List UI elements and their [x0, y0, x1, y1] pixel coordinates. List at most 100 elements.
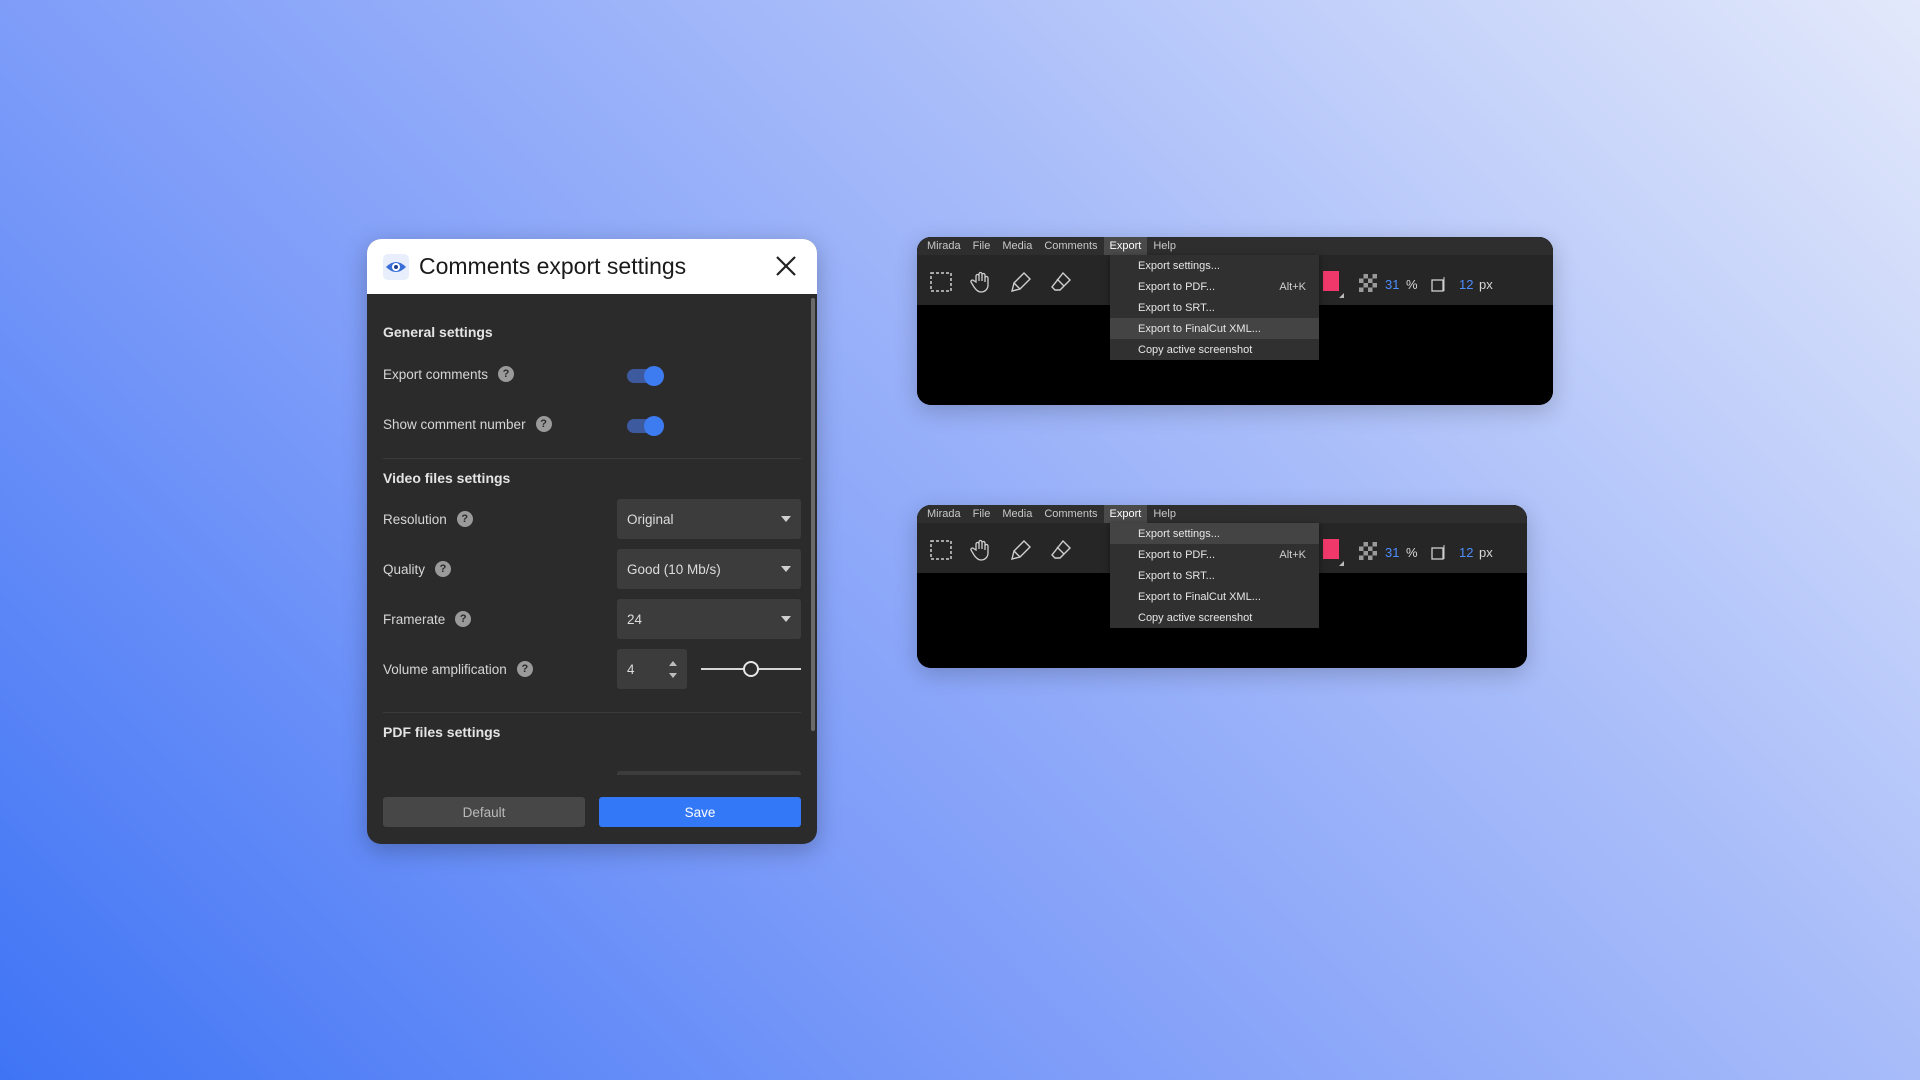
- eraser-icon[interactable]: [1049, 270, 1073, 294]
- opacity-grid-icon[interactable]: [1358, 541, 1378, 561]
- dropdown-item-label: Export settings...: [1138, 259, 1220, 272]
- highlighter-icon[interactable]: [1009, 538, 1033, 562]
- quality-row: Quality ?: [383, 561, 452, 577]
- caret-down-icon: [781, 566, 791, 572]
- quality-label: Quality: [383, 561, 426, 577]
- dropdown-item-export-srt[interactable]: Export to SRT...: [1110, 565, 1319, 586]
- hand-icon[interactable]: [969, 538, 993, 562]
- export-dropdown-menu: Export settings... Export to PDF... Alt+K…: [1110, 523, 1319, 628]
- help-icon[interactable]: ?: [516, 661, 533, 677]
- swatch-corner-icon: [1339, 561, 1344, 566]
- menu-export[interactable]: Export: [1103, 505, 1148, 523]
- menu-file[interactable]: File: [967, 237, 997, 255]
- export-comments-label: Export comments: [383, 366, 489, 382]
- menu-file[interactable]: File: [967, 505, 997, 523]
- help-icon[interactable]: ?: [455, 611, 472, 627]
- dropdown-item-copy-screenshot[interactable]: Copy active screenshot: [1110, 339, 1319, 360]
- menu-media[interactable]: Media: [996, 237, 1038, 255]
- dropdown-item-export-settings[interactable]: Export settings...: [1110, 523, 1319, 544]
- color-swatch[interactable]: [1323, 271, 1339, 291]
- caret-down-icon: [781, 516, 791, 522]
- framerate-row: Framerate ?: [383, 611, 472, 627]
- volume-amplification-label: Volume amplification: [383, 661, 507, 677]
- framerate-select[interactable]: 24: [617, 599, 801, 639]
- dialog-scrollbar[interactable]: [811, 298, 815, 731]
- volume-amplification-slider[interactable]: [701, 659, 801, 679]
- size-value[interactable]: 12: [1459, 545, 1473, 560]
- export-comments-toggle[interactable]: [627, 366, 664, 386]
- menu-bar: Mirada File Media Comments Export Help: [917, 505, 1527, 523]
- dropdown-item-export-finalcut[interactable]: Export to FinalCut XML...: [1110, 586, 1319, 607]
- dropdown-item-copy-screenshot[interactable]: Copy active screenshot: [1110, 607, 1319, 628]
- size-value[interactable]: 12: [1459, 277, 1473, 292]
- show-comment-number-toggle[interactable]: [627, 416, 664, 436]
- opacity-grid-icon[interactable]: [1358, 273, 1378, 293]
- volume-amplification-row: Volume amplification ?: [383, 661, 533, 677]
- dropdown-item-label: Export to FinalCut XML...: [1138, 590, 1261, 603]
- menu-media[interactable]: Media: [996, 505, 1038, 523]
- stepper-up-icon[interactable]: [669, 660, 677, 666]
- save-button[interactable]: Save: [599, 797, 801, 827]
- brush-size-icon[interactable]: [1430, 543, 1448, 561]
- show-comment-number-row: Show comment number ?: [383, 416, 552, 432]
- dropdown-item-export-pdf[interactable]: Export to PDF... Alt+K: [1110, 276, 1319, 297]
- brush-size-icon[interactable]: [1430, 275, 1448, 293]
- section-divider: [383, 712, 801, 713]
- eraser-icon[interactable]: [1049, 538, 1073, 562]
- app-window-top: Mirada File Media Comments Export Help 3…: [917, 237, 1553, 405]
- dropdown-item-label: Export to PDF...: [1138, 280, 1216, 293]
- app-logo-icon: [383, 253, 409, 280]
- dropdown-item-label: Export to FinalCut XML...: [1138, 322, 1261, 335]
- dropdown-item-export-pdf[interactable]: Export to PDF... Alt+K: [1110, 544, 1319, 565]
- quality-select[interactable]: Good (10 Mb/s): [617, 549, 801, 589]
- hand-icon[interactable]: [969, 270, 993, 294]
- color-swatch[interactable]: [1323, 539, 1339, 559]
- slider-thumb[interactable]: [743, 661, 759, 677]
- volume-amplification-stepper[interactable]: 4: [617, 649, 687, 689]
- size-unit: px: [1479, 545, 1493, 560]
- dropdown-item-label: Export settings...: [1138, 527, 1220, 540]
- toggle-knob: [644, 366, 664, 386]
- settings-scroll-area[interactable]: General settings Export comments ? Show …: [367, 294, 809, 784]
- dropdown-item-label: Export to SRT...: [1138, 569, 1215, 582]
- marquee-select-icon[interactable]: [929, 270, 953, 294]
- resolution-select[interactable]: Original: [617, 499, 801, 539]
- export-dropdown-menu: Export settings... Export to PDF... Alt+K…: [1110, 255, 1319, 360]
- pdf-select-partial[interactable]: [617, 771, 801, 775]
- section-title-pdf: PDF files settings: [383, 724, 501, 740]
- menu-mirada[interactable]: Mirada: [921, 237, 967, 255]
- dialog-footer: Default Save: [367, 784, 817, 844]
- menu-mirada[interactable]: Mirada: [921, 505, 967, 523]
- dialog-body: General settings Export comments ? Show …: [367, 294, 817, 844]
- dropdown-item-export-settings[interactable]: Export settings...: [1110, 255, 1319, 276]
- opacity-value[interactable]: 31: [1385, 277, 1399, 292]
- help-icon[interactable]: ?: [498, 366, 515, 382]
- highlighter-icon[interactable]: [1009, 270, 1033, 294]
- export-comments-row: Export comments ?: [383, 366, 515, 382]
- framerate-label: Framerate: [383, 611, 446, 627]
- close-icon[interactable]: [773, 253, 799, 279]
- opacity-value[interactable]: 31: [1385, 545, 1399, 560]
- dropdown-item-label: Copy active screenshot: [1138, 611, 1253, 624]
- help-icon[interactable]: ?: [435, 561, 452, 577]
- export-settings-dialog: Comments export settings General setting…: [367, 239, 817, 844]
- menu-comments[interactable]: Comments: [1038, 237, 1103, 255]
- dropdown-item-shortcut: Alt+K: [1279, 280, 1306, 293]
- framerate-value: 24: [627, 611, 643, 627]
- marquee-select-icon[interactable]: [929, 538, 953, 562]
- stepper-down-icon[interactable]: [669, 672, 677, 678]
- menu-help[interactable]: Help: [1147, 505, 1182, 523]
- help-icon[interactable]: ?: [456, 511, 473, 527]
- show-comment-number-label: Show comment number: [383, 416, 526, 432]
- menu-comments[interactable]: Comments: [1038, 505, 1103, 523]
- help-icon[interactable]: ?: [535, 416, 552, 432]
- stepper-arrows: [669, 660, 677, 678]
- app-window-bottom: Mirada File Media Comments Export Help 3…: [917, 505, 1527, 668]
- resolution-value: Original: [627, 511, 674, 527]
- volume-amplification-value: 4: [627, 661, 635, 677]
- dropdown-item-export-srt[interactable]: Export to SRT...: [1110, 297, 1319, 318]
- default-button[interactable]: Default: [383, 797, 585, 827]
- menu-help[interactable]: Help: [1147, 237, 1182, 255]
- dropdown-item-export-finalcut[interactable]: Export to FinalCut XML...: [1110, 318, 1319, 339]
- menu-export[interactable]: Export: [1103, 237, 1148, 255]
